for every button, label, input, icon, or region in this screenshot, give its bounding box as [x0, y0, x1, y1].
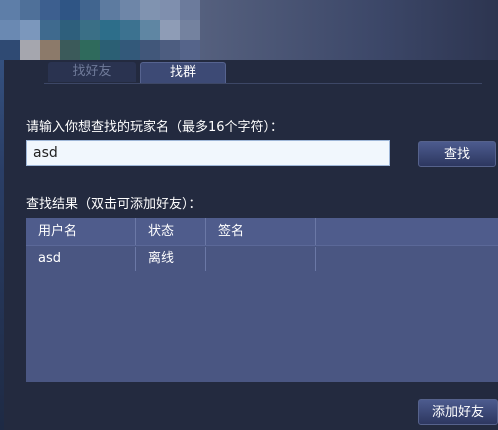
- column-separator: [205, 218, 206, 245]
- blurred-avatar-area: [0, 0, 200, 60]
- row-username: asd: [38, 251, 61, 266]
- row-signature: [206, 246, 316, 272]
- column-header-username[interactable]: 用户名: [26, 218, 136, 245]
- tab-find-friend[interactable]: 找好友: [48, 62, 136, 82]
- tab-find-group[interactable]: 找群: [140, 62, 226, 83]
- search-button[interactable]: 查找: [418, 141, 496, 167]
- row-status: 离线: [148, 251, 175, 266]
- column-separator: [205, 247, 206, 271]
- column-header-status[interactable]: 状态: [136, 218, 206, 245]
- search-prompt: 请输入你想查找的玩家名（最多16个字符）：: [26, 120, 284, 135]
- column-separator: [315, 218, 316, 245]
- results-table[interactable]: 用户名 状态 签名 asd 离线: [26, 218, 498, 382]
- table-row[interactable]: asd 离线: [26, 246, 498, 272]
- results-title: 查找结果（双击可添加好友）：: [26, 197, 202, 212]
- blurred-header: [200, 0, 498, 60]
- column-separator: [315, 247, 316, 271]
- results-header: 用户名 状态 签名: [26, 218, 498, 246]
- player-name-input[interactable]: [26, 140, 390, 166]
- column-header-signature[interactable]: 签名: [206, 218, 316, 245]
- add-friend-button[interactable]: 添加好友: [418, 399, 498, 425]
- tab-divider: [44, 83, 482, 84]
- column-separator: [135, 218, 136, 245]
- window-edge: [0, 0, 4, 430]
- column-separator: [135, 247, 136, 271]
